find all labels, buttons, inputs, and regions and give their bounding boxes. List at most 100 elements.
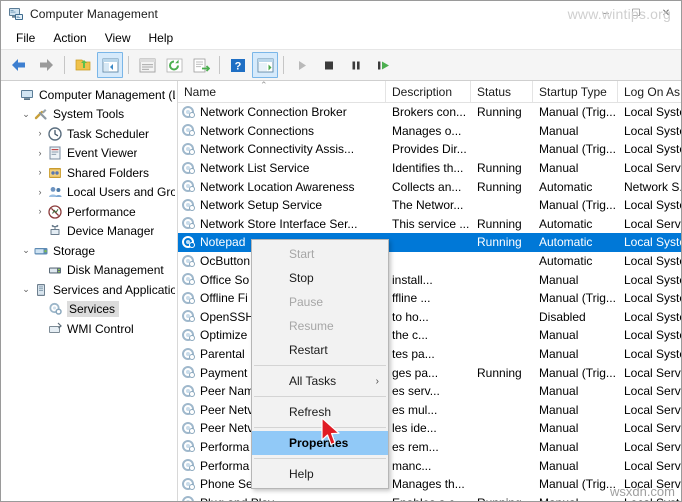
tree-item-performance[interactable]: › Performance — [1, 202, 177, 222]
tools-icon — [33, 106, 49, 122]
tree-item-label: System Tools — [53, 107, 125, 122]
stop-service-button[interactable] — [316, 52, 342, 78]
context-menu-item-help[interactable]: Help — [252, 462, 388, 486]
forward-button[interactable] — [33, 52, 59, 78]
service-gear-icon — [181, 254, 196, 269]
chevron-down-icon[interactable]: ⌄ — [19, 109, 33, 119]
table-row[interactable]: Network Connectivity Assis... Provides Di… — [178, 140, 681, 159]
toolbar-separator — [64, 56, 65, 74]
table-row[interactable]: Network Connection Broker Brokers con... R… — [178, 103, 681, 122]
service-context-menu[interactable]: Start Stop Pause Resume Restart All Tasks › Ref… — [251, 239, 389, 489]
menu-item-action[interactable]: Action — [44, 29, 95, 47]
table-row[interactable]: Network Store Interface Ser... This servi… — [178, 215, 681, 234]
service-gear-icon — [181, 142, 196, 157]
help-button[interactable]: ? — [225, 52, 251, 78]
restart-service-button[interactable] — [370, 52, 396, 78]
table-row[interactable]: Network Setup Service The Networ... Manual… — [178, 196, 681, 215]
cell-description: ffline ... — [392, 291, 431, 306]
pause-service-button[interactable] — [343, 52, 369, 78]
tree-item-computer-management-local[interactable]: Computer Management (Local — [1, 85, 177, 105]
toolbar: ? — [1, 50, 681, 81]
submenu-arrow-icon: › — [375, 375, 379, 387]
context-menu-item-refresh[interactable]: Refresh — [252, 400, 388, 424]
chevron-right-icon[interactable]: › — [33, 168, 47, 177]
menu-item-file[interactable]: File — [7, 29, 44, 47]
back-button[interactable] — [6, 52, 32, 78]
tree-item-label: Local Users and Groups — [67, 185, 175, 200]
table-row[interactable]: Network List Service Identifies th... Runn… — [178, 159, 681, 178]
table-row[interactable]: Network Location Awareness Collects an...… — [178, 177, 681, 196]
tree-item-system-tools[interactable]: ⌄ System Tools — [1, 105, 177, 125]
cell-startup-type: Manual (Trig... — [539, 477, 616, 492]
service-name-label: Network Connectivity Assis... — [200, 142, 355, 157]
cell-startup-type: Manual — [539, 384, 579, 399]
tree-item-label: Disk Management — [67, 263, 164, 278]
watermark-top: www.wintips.org — [567, 6, 671, 22]
service-name-label: Payment — [200, 365, 248, 380]
tree-item-label: WMI Control — [67, 321, 134, 336]
cell-startup-type: Manual (Trig... — [539, 291, 616, 306]
context-menu-item-restart[interactable]: Restart — [252, 338, 388, 362]
table-row[interactable]: Network Connections Manages o... Manual Loc… — [178, 122, 681, 141]
chevron-down-icon[interactable]: ⌄ — [19, 285, 33, 294]
chevron-right-icon[interactable]: › — [33, 148, 47, 158]
context-menu-item-properties[interactable]: Properties — [252, 431, 388, 455]
tree-item-label: Services and Applications — [53, 282, 175, 297]
up-one-level-button[interactable] — [70, 52, 96, 78]
tree-item-disk-management[interactable]: Disk Management — [1, 261, 177, 281]
column-header-status[interactable]: Status — [471, 81, 533, 102]
tree-item-label: Device Manager — [67, 224, 155, 239]
context-menu-item-label: All Tasks — [289, 374, 337, 388]
cell-description: tes pa... — [392, 347, 435, 362]
context-menu-item-label: Refresh — [289, 405, 332, 419]
tree-item-event-viewer[interactable]: › Event Viewer — [1, 144, 177, 164]
column-header-startup-type[interactable]: Startup Type — [533, 81, 618, 102]
cell-description: This service ... — [392, 216, 470, 231]
column-header-name[interactable]: Name ⌃ — [178, 81, 386, 102]
column-header-log-on-as[interactable]: Log On As — [618, 81, 681, 102]
cell-startup-type: Manual (Trig... — [539, 365, 616, 380]
chevron-down-icon[interactable]: ⌄ — [19, 246, 33, 255]
tree-item-services[interactable]: Services — [1, 300, 177, 320]
context-menu-item-label: Pause — [289, 295, 324, 309]
export-list-button[interactable] — [134, 52, 160, 78]
cell-startup-type: Manual — [539, 347, 579, 362]
chevron-right-icon[interactable]: › — [33, 187, 47, 197]
menu-item-help[interactable]: Help — [140, 29, 183, 47]
tree-item-label: Event Viewer — [67, 146, 138, 161]
cell-description: Manages th... — [392, 477, 465, 492]
cell-log-on-as: Local Service — [624, 421, 681, 436]
refresh-button[interactable] — [161, 52, 187, 78]
show-action-pane-button[interactable] — [252, 52, 278, 78]
chevron-right-icon[interactable]: › — [33, 207, 47, 216]
service-name-label: Network Connections — [200, 123, 315, 138]
tree-item-local-users-and-groups[interactable]: › Local Users and Groups — [1, 183, 177, 203]
service-name-label: Network Store Interface Ser... — [200, 216, 358, 231]
table-row[interactable]: Plug and Play Enables a c...RunningManual… — [178, 493, 681, 501]
service-name-label: Notepad — [200, 235, 246, 250]
cell-startup-type: Manual — [539, 439, 579, 454]
context-menu-separator — [254, 365, 386, 366]
context-menu-item-all-tasks[interactable]: All Tasks › — [252, 369, 388, 393]
tree-item-storage[interactable]: ⌄ Storage — [1, 241, 177, 261]
start-service-button[interactable] — [289, 52, 315, 78]
export-button[interactable] — [188, 52, 214, 78]
column-header-description[interactable]: Description — [386, 81, 471, 102]
context-menu-item-stop[interactable]: Stop — [252, 266, 388, 290]
tree-item-task-scheduler[interactable]: › Task Scheduler — [1, 124, 177, 144]
cell-status: Running — [471, 496, 533, 501]
show-hide-console-tree-button[interactable] — [97, 52, 123, 78]
menu-item-view[interactable]: View — [96, 29, 140, 47]
tree-item-services-and-applications[interactable]: ⌄ Services and Applications — [1, 280, 177, 300]
context-menu-item-pause: Pause — [252, 290, 388, 314]
chevron-right-icon[interactable]: › — [33, 129, 47, 138]
tree-item-device-manager[interactable]: Device Manager — [1, 222, 177, 242]
tree-item-wmi-control[interactable]: WMI Control — [1, 319, 177, 339]
service-gear-icon — [181, 402, 196, 417]
tree-item-shared-folders[interactable]: › Shared Folders — [1, 163, 177, 183]
service-name-label: Network Connection Broker — [200, 105, 347, 120]
service-name-label: Peer Netv — [200, 421, 254, 436]
cell-description: Collects an... — [392, 179, 462, 194]
column-header-name-label: Name — [184, 84, 217, 99]
console-tree[interactable]: Computer Management (Local ⌄ System Tools ›… — [1, 81, 178, 501]
